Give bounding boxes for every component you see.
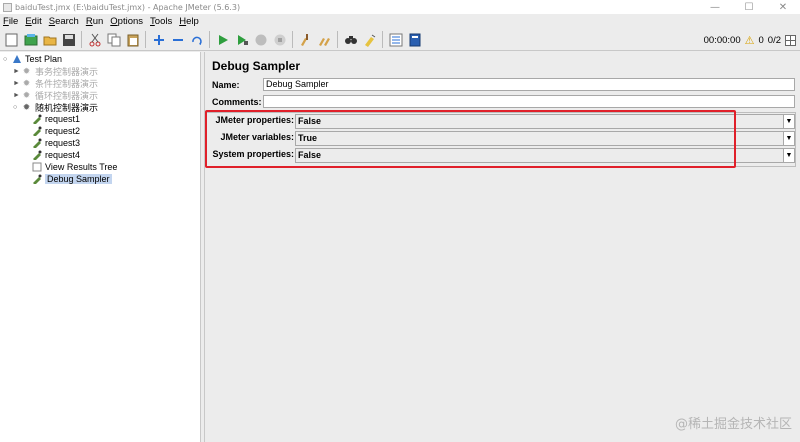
- menu-tools[interactable]: Tools: [150, 16, 172, 27]
- save-icon[interactable]: [60, 31, 77, 48]
- tree-label: request4: [45, 150, 81, 160]
- gear-icon: ✹: [22, 65, 31, 76]
- menu-search[interactable]: Search: [49, 16, 79, 27]
- search-icon[interactable]: [342, 31, 359, 48]
- expand-toggle[interactable]: ○: [13, 104, 21, 111]
- paste-icon[interactable]: [124, 31, 141, 48]
- test-plan-tree: ○ Test Plan ► ✹ 事务控制器演示 ► ✹ 条件控制器演示 ► ✹ …: [0, 52, 201, 442]
- toolbar-separator: [292, 31, 293, 48]
- watermark: @稀土掘金技术社区: [674, 417, 792, 432]
- chevron-down-icon[interactable]: ▼: [783, 115, 794, 128]
- pipette-icon: [31, 138, 42, 149]
- tree-node-sampler[interactable]: request2: [31, 125, 80, 137]
- tree-node-sampler[interactable]: request1: [31, 113, 80, 125]
- tree-label: request3: [45, 138, 81, 148]
- tree-label: Debug Sampler: [45, 174, 112, 184]
- open-icon[interactable]: [41, 31, 58, 48]
- function-helper-icon[interactable]: [387, 31, 404, 48]
- chevron-down-icon[interactable]: ▼: [783, 149, 794, 162]
- app-icon: [3, 2, 12, 12]
- tree-node-sampler[interactable]: request3: [31, 137, 80, 149]
- gear-icon: ✹: [22, 101, 31, 112]
- expand-toggle[interactable]: ○: [3, 56, 11, 63]
- tree-label: request1: [45, 114, 81, 124]
- menu-options[interactable]: Options: [110, 16, 143, 27]
- tree-label: request2: [45, 126, 81, 136]
- expand-icon[interactable]: [150, 31, 167, 48]
- comments-label: Comments:: [212, 97, 262, 107]
- name-field[interactable]: Debug Sampler: [263, 78, 795, 91]
- toolbar: [0, 29, 800, 51]
- cut-icon[interactable]: [86, 31, 103, 48]
- window-controls: — ☐ ✕: [698, 0, 800, 14]
- menu-bar: File Edit Search Run Options Tools Help: [0, 14, 800, 29]
- document-icon: [31, 162, 42, 173]
- comments-field[interactable]: [263, 95, 795, 108]
- warning-count: 0: [758, 34, 764, 46]
- tree-node-controller[interactable]: ► ✹ 条件控制器演示: [13, 77, 98, 89]
- new-icon[interactable]: [3, 31, 20, 48]
- window-title: baiduTest.jmx (E:\baiduTest.jmx) - Apach…: [15, 2, 241, 12]
- tree-node-controller[interactable]: ► ✹ 循环控制器演示: [13, 89, 98, 101]
- toolbar-separator: [145, 31, 146, 48]
- name-label: Name:: [212, 80, 240, 90]
- toggle-icon[interactable]: [188, 31, 205, 48]
- start-icon[interactable]: [214, 31, 231, 48]
- close-button[interactable]: ✕: [766, 0, 800, 14]
- expand-toggle[interactable]: ►: [13, 80, 21, 87]
- pipette-icon: [31, 114, 42, 125]
- pipette-icon: [31, 174, 42, 185]
- tree-label: 随机控制器演示: [35, 102, 99, 113]
- annotation-highlight-box: [205, 110, 736, 168]
- start-no-pause-icon[interactable]: [233, 31, 250, 48]
- templates-icon[interactable]: [22, 31, 39, 48]
- shutdown-icon[interactable]: [271, 31, 288, 48]
- toolbar-separator: [81, 31, 82, 48]
- collapse-icon[interactable]: [169, 31, 186, 48]
- tree-node-debug-sampler[interactable]: Debug Sampler: [31, 173, 112, 185]
- menu-edit[interactable]: Edit: [25, 16, 41, 27]
- expand-toggle[interactable]: ►: [13, 92, 21, 99]
- gear-icon: ✹: [22, 77, 31, 88]
- toolbar-separator: [382, 31, 383, 48]
- toolbar-separator: [209, 31, 210, 48]
- gear-icon: ✹: [22, 89, 31, 100]
- pipette-icon: [31, 150, 42, 161]
- chevron-down-icon[interactable]: ▼: [783, 132, 794, 145]
- maximize-button[interactable]: ☐: [732, 0, 766, 14]
- expand-toggle[interactable]: ►: [13, 68, 21, 75]
- help-icon[interactable]: [406, 31, 423, 48]
- pipette-icon: [31, 126, 42, 137]
- menu-file[interactable]: File: [3, 16, 18, 27]
- thread-count: 0/2: [767, 34, 781, 46]
- clear-all-icon[interactable]: [316, 31, 333, 48]
- menu-help[interactable]: Help: [179, 16, 199, 27]
- page-title: Debug Sampler: [212, 59, 301, 73]
- warning-icon[interactable]: ⚠: [745, 34, 755, 47]
- tree-label: Test Plan: [25, 54, 63, 64]
- clear-icon[interactable]: [297, 31, 314, 48]
- toolbar-separator: [337, 31, 338, 48]
- status-area: 00:00:00 ⚠ 0 0/2: [704, 29, 796, 51]
- title-bar: baiduTest.jmx (E:\baiduTest.jmx) - Apach…: [0, 0, 800, 14]
- elapsed-time: 00:00:00: [703, 34, 741, 46]
- reset-search-icon[interactable]: [361, 31, 378, 48]
- stop-icon[interactable]: [252, 31, 269, 48]
- test-plan-icon: [11, 54, 22, 65]
- log-viewer-icon[interactable]: [785, 34, 796, 46]
- tree-node-sampler[interactable]: request4: [31, 149, 80, 161]
- tree-node-controller[interactable]: ► ✹ 事务控制器演示: [13, 65, 98, 77]
- tree-label: View Results Tree: [45, 162, 118, 172]
- tree-node-test-plan[interactable]: ○ Test Plan: [3, 53, 62, 65]
- tree-node-controller[interactable]: ○ ✹ 随机控制器演示: [13, 101, 98, 113]
- menu-run[interactable]: Run: [86, 16, 103, 27]
- copy-icon[interactable]: [105, 31, 122, 48]
- minimize-button[interactable]: —: [698, 0, 732, 14]
- tree-node-listener[interactable]: View Results Tree: [31, 161, 117, 173]
